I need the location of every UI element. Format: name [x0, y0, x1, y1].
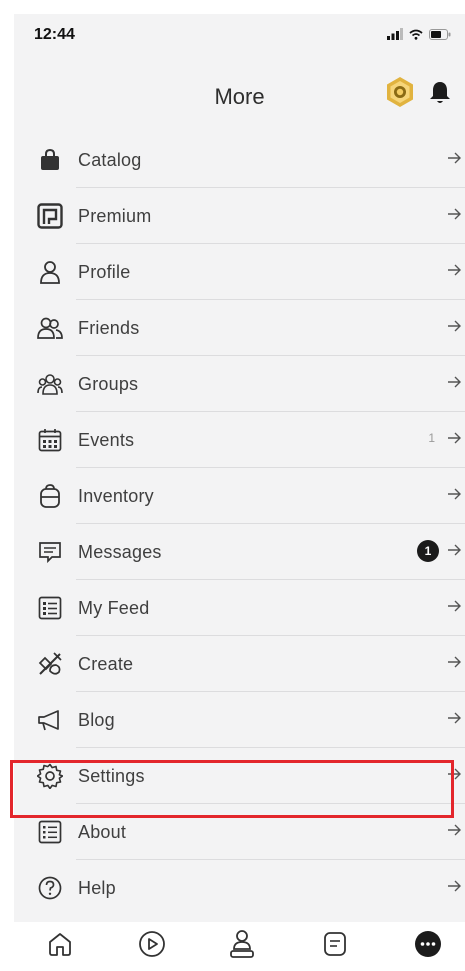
menu-item-catalog[interactable]: Catalog — [14, 132, 465, 188]
arrow-right-icon — [448, 376, 461, 388]
menu-item-label: Blog — [78, 710, 115, 730]
bottom-tab-bar — [14, 922, 465, 971]
shopping-bag-icon — [36, 146, 64, 174]
menu-item-inventory[interactable]: Inventory — [14, 468, 465, 524]
arrow-right-icon — [448, 264, 461, 276]
menu-item-create[interactable]: Create — [14, 636, 465, 692]
menu-item-label: Create — [78, 654, 134, 674]
tab-home[interactable] — [44, 928, 76, 960]
play-icon — [139, 931, 165, 957]
arrow-right-icon — [448, 712, 461, 724]
menu-item-messages[interactable]: Messages 1 — [14, 524, 465, 580]
menu-item-events[interactable]: Events 1 — [14, 412, 465, 468]
arrow-right-icon — [448, 488, 461, 500]
status-time: 12:44 — [34, 26, 75, 43]
premium-icon — [36, 202, 64, 230]
arrow-right-icon — [448, 824, 461, 836]
menu-item-my-feed[interactable]: My Feed — [14, 580, 465, 636]
arrow-right-icon — [448, 152, 461, 164]
calendar-icon — [36, 426, 64, 454]
arrow-right-icon — [448, 208, 461, 220]
header: More — [14, 56, 465, 114]
menu-item-label: My Feed — [78, 598, 150, 618]
menu-item-label: Catalog — [78, 150, 142, 170]
tab-more[interactable] — [412, 928, 444, 960]
unread-badge: 1 — [417, 540, 439, 562]
status-icons — [387, 28, 451, 40]
menu-item-profile[interactable]: Profile — [14, 244, 465, 300]
chat-icon — [324, 932, 346, 956]
menu-item-label: Premium — [78, 206, 152, 226]
menu-item-label: Groups — [78, 374, 139, 394]
tab-avatar[interactable] — [226, 928, 258, 960]
robux-icon[interactable] — [384, 76, 416, 108]
help-icon — [36, 874, 64, 902]
tab-chat[interactable] — [319, 928, 351, 960]
person-icon — [36, 258, 64, 286]
menu-item-label: About — [78, 822, 127, 842]
feed-icon — [36, 594, 64, 622]
backpack-icon — [36, 482, 64, 510]
phone-screen: 12:44 More Catalog Premium Profile Frien… — [14, 14, 465, 971]
notification-bell-icon[interactable] — [428, 80, 452, 106]
friends-icon — [36, 314, 64, 342]
home-icon — [49, 933, 71, 956]
create-tools-icon — [36, 650, 64, 678]
menu-item-label: Messages — [78, 542, 162, 562]
menu-item-friends[interactable]: Friends — [14, 300, 465, 356]
arrow-right-icon — [448, 600, 461, 612]
menu-item-label: Profile — [78, 262, 131, 282]
menu-item-label: Friends — [78, 318, 140, 338]
tab-discover[interactable] — [136, 928, 168, 960]
event-count: 1 — [428, 431, 435, 445]
menu-item-blog[interactable]: Blog — [14, 692, 465, 748]
about-icon — [36, 818, 64, 846]
menu-item-premium[interactable]: Premium — [14, 188, 465, 244]
menu-item-label: Help — [78, 878, 116, 898]
arrow-right-icon — [448, 544, 461, 556]
message-icon — [36, 538, 64, 566]
menu-item-groups[interactable]: Groups — [14, 356, 465, 412]
wifi-icon — [409, 29, 423, 40]
arrow-right-icon — [448, 880, 461, 892]
menu-item-label: Inventory — [78, 486, 154, 506]
groups-icon — [36, 370, 64, 398]
more-icon — [415, 931, 441, 957]
avatar-icon — [230, 930, 254, 958]
menu-item-label: Events — [78, 430, 135, 450]
battery-icon — [429, 28, 451, 40]
arrow-right-icon — [448, 656, 461, 668]
signal-icon — [387, 28, 403, 40]
menu-item-help[interactable]: Help — [14, 860, 465, 916]
arrow-right-icon — [448, 432, 461, 444]
status-bar: 12:44 — [14, 14, 465, 56]
arrow-right-icon — [448, 320, 461, 332]
megaphone-icon — [36, 706, 64, 734]
settings-highlight-box — [10, 760, 454, 818]
